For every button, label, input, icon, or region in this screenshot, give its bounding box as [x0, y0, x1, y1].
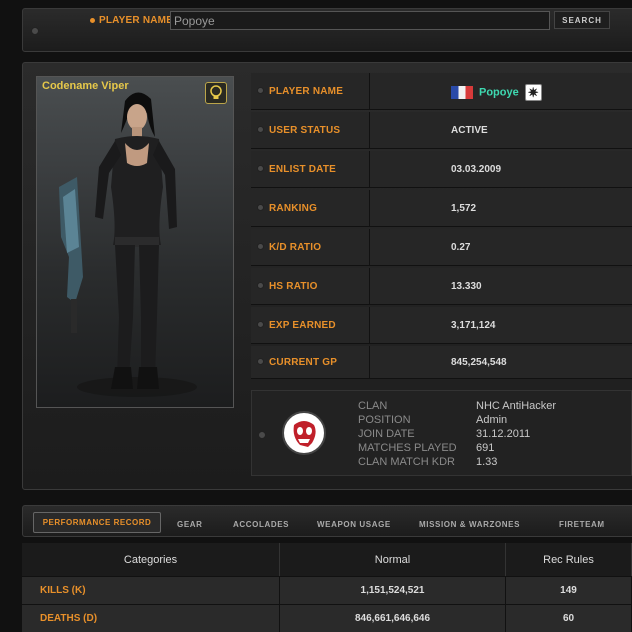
stats-kills-normal: 1,151,524,521: [280, 576, 506, 604]
bullet-icon: [257, 243, 264, 250]
info-row-player-name: PLAYER NAME Popoye ✷: [251, 73, 632, 110]
france-flag-icon: [451, 86, 473, 99]
search-label-wrap: PLAYER NAME: [90, 15, 173, 26]
tab-fireteam[interactable]: FIRETEAM: [559, 520, 605, 529]
tab-gear[interactable]: GEAR: [177, 520, 203, 529]
info-label: RANKING: [269, 203, 318, 214]
player-name-value[interactable]: Popoye: [479, 87, 519, 99]
bullet-icon: [31, 27, 39, 35]
search-label: PLAYER NAME: [99, 15, 174, 26]
kd-ratio-value: 0.27: [451, 242, 471, 253]
tab-accolades[interactable]: ACCOLADES: [233, 520, 289, 529]
bullet-icon: [257, 165, 264, 172]
bullet-icon: [257, 87, 264, 94]
stats-header-rec-rules: Rec Rules: [506, 543, 632, 576]
player-search-input[interactable]: [170, 11, 550, 30]
hs-ratio-value: 13.330: [451, 281, 482, 292]
tab-weapon-usage[interactable]: WEAPON USAGE: [317, 520, 391, 529]
bullet-icon: [257, 321, 264, 328]
info-row-enlist-date: ENLIST DATE 03.03.2009: [251, 151, 632, 188]
info-row-current-gp: CURRENT GP 845,254,548: [251, 346, 632, 379]
tab-mission-warzones[interactable]: MISSION & WARZONES: [419, 520, 520, 529]
info-row-exp-earned: EXP EARNED 3,171,124: [251, 307, 632, 344]
exp-earned-value: 3,171,124: [451, 320, 496, 331]
clan-box: CLAN POSITION JOIN DATE MATCHES PLAYED C…: [251, 390, 632, 476]
player-info-table: PLAYER NAME Popoye ✷ USER STATUS ACTIVE E…: [251, 73, 632, 379]
info-label: K/D RATIO: [269, 242, 322, 253]
bullet-icon: [257, 358, 264, 365]
clan-join-date-value: 31.12.2011: [476, 428, 531, 440]
info-row-kd-ratio: K/D RATIO 0.27: [251, 229, 632, 266]
info-label: USER STATUS: [269, 125, 341, 136]
tab-label: PERFORMANCE RECORD: [42, 518, 152, 527]
clan-position-value: Admin: [476, 414, 508, 426]
bullet-icon: [257, 282, 264, 289]
stats-deaths-normal: 846,661,646,646: [280, 604, 506, 632]
stats-category-deaths: DEATHS (D): [22, 604, 280, 632]
character-card: Codename Viper: [36, 76, 234, 408]
clan-position-label: POSITION: [358, 414, 411, 426]
bullet-icon: [90, 18, 95, 23]
stats-header-categories: Categories: [22, 543, 280, 576]
info-row-hs-ratio: HS RATIO 13.330: [251, 268, 632, 305]
enlist-date-value: 03.03.2009: [451, 164, 502, 175]
clan-kdr-value: 1.33: [476, 456, 498, 468]
info-label: EXP EARNED: [269, 320, 336, 331]
current-gp-value: 845,254,548: [451, 357, 507, 368]
clan-kdr-label: CLAN MATCH KDR: [358, 456, 455, 468]
user-status-value: ACTIVE: [451, 125, 488, 136]
stats-header-normal: Normal: [280, 543, 506, 576]
clan-label: CLAN: [358, 400, 388, 412]
stats-category-kills: KILLS (K): [22, 576, 280, 604]
rank-badge-icon: ✷: [524, 84, 542, 101]
info-label: HS RATIO: [269, 281, 318, 292]
stats-deaths-rec: 60: [506, 604, 632, 632]
ranking-value: 1,572: [451, 203, 477, 214]
clan-matches-value: 691: [476, 442, 495, 454]
bullet-icon: [257, 126, 264, 133]
info-row-ranking: RANKING 1,572: [251, 190, 632, 227]
character-name: Codename Viper: [42, 80, 129, 92]
search-button[interactable]: SEARCH: [554, 11, 610, 29]
bullet-icon: [257, 204, 264, 211]
info-label: CURRENT GP: [269, 357, 338, 368]
info-label: ENLIST DATE: [269, 164, 337, 175]
info-label: PLAYER NAME: [269, 86, 344, 97]
clan-name-value[interactable]: NHC AntiHacker: [476, 400, 556, 412]
clan-matches-label: MATCHES PLAYED: [358, 442, 457, 454]
character-figure: [59, 92, 197, 397]
bullet-icon: [258, 431, 266, 439]
clan-join-date-label: JOIN DATE: [358, 428, 415, 440]
stats-table: Categories Normal Rec Rules KILLS (K) 1,…: [22, 543, 632, 632]
clan-emblem-icon[interactable]: [282, 411, 326, 455]
stats-kills-rec: 149: [506, 576, 632, 604]
info-row-user-status: USER STATUS ACTIVE: [251, 112, 632, 149]
tab-performance-record[interactable]: PERFORMANCE RECORD: [33, 512, 161, 533]
lightbulb-icon[interactable]: [205, 82, 227, 104]
